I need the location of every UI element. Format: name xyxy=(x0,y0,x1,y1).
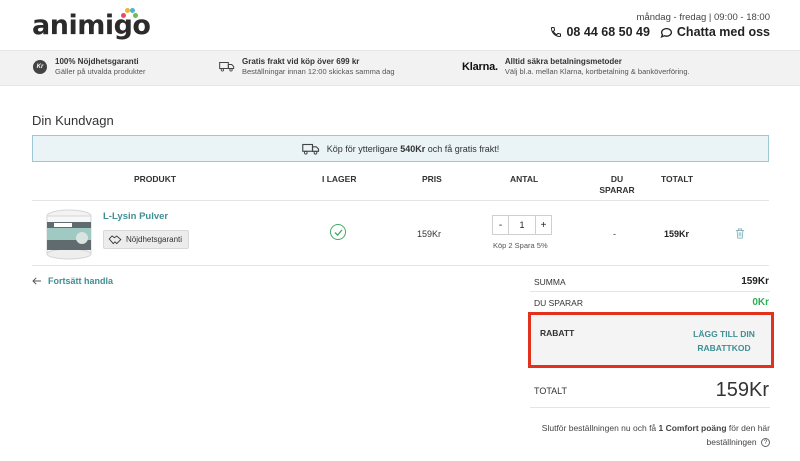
divider xyxy=(32,265,769,266)
usp-subtitle: Gäller på utvalda produkter xyxy=(55,67,146,76)
usp-payment: Klarna. Alltid säkra betalningsmetoder V… xyxy=(462,56,690,77)
quantity-discount-note: Köp 2 Spara 5% xyxy=(493,241,548,250)
continue-shopping-label: Fortsätt handla xyxy=(48,276,114,286)
decrease-quantity-button[interactable]: - xyxy=(493,216,509,234)
increase-quantity-button[interactable]: + xyxy=(535,216,551,234)
comfort-points-note: Slutför beställningen nu och få 1 Comfor… xyxy=(541,423,770,448)
column-header-quantity: ANTAL xyxy=(510,174,539,184)
help-icon[interactable]: ? xyxy=(761,438,770,448)
klarna-logo: Klarna. xyxy=(462,60,498,73)
divider xyxy=(530,291,770,292)
page-title: Din Kundvagn xyxy=(32,113,114,128)
item-you-save: - xyxy=(613,229,616,239)
total-label: TOTALT xyxy=(534,386,568,396)
chat-label: Chatta med oss xyxy=(676,25,770,39)
usp-guarantee: Kr 100% Nöjdhetsgaranti Gäller på utvald… xyxy=(32,56,145,77)
usp-subtitle: Välj bl.a. mellan Klarna, kortbetalning … xyxy=(504,67,690,76)
add-discount-code-link[interactable]: LÄGG TILL DIN RABATTKOD xyxy=(684,327,764,355)
you-save-value: 0Kr xyxy=(752,297,769,308)
continue-shopping-link[interactable]: Fortsätt handla xyxy=(32,276,113,286)
in-stock-check-icon xyxy=(330,224,346,240)
you-save-label: DU SPARAR xyxy=(534,298,583,308)
paw-icon xyxy=(121,8,138,22)
quantity-stepper: - 1 + xyxy=(492,215,552,235)
column-header-price: PRIS xyxy=(422,174,442,184)
comfort-points: 1 Comfort poäng xyxy=(658,423,727,433)
arrow-left-icon xyxy=(32,277,41,285)
quantity-input[interactable]: 1 xyxy=(509,216,535,234)
column-header-in-stock: I LAGER xyxy=(322,174,357,184)
divider xyxy=(32,200,769,201)
item-total: 159Kr xyxy=(664,229,690,239)
truck-icon xyxy=(301,143,319,155)
guarantee-label: Nöjdhetsgaranti xyxy=(126,235,183,244)
phone-number: 08 44 68 50 49 xyxy=(566,25,650,39)
trash-icon[interactable] xyxy=(735,228,745,239)
column-header-you-save: DU SPARAR xyxy=(599,174,635,195)
chat-link[interactable]: Chatta med oss xyxy=(660,25,770,39)
usp-bar: Kr 100% Nöjdhetsgaranti Gäller på utvald… xyxy=(0,50,800,86)
divider xyxy=(530,407,770,408)
chat-icon xyxy=(660,27,672,38)
contact-bar: 08 44 68 50 49 Chatta med oss xyxy=(550,25,770,39)
usp-shipping: Gratis frakt vid köp över 699 kr Beställ… xyxy=(219,56,395,77)
usp-title: Alltid säkra betalningsmetoder xyxy=(504,57,622,66)
usp-title: Gratis frakt vid köp över 699 kr xyxy=(242,57,360,66)
notice-amount: 540Kr xyxy=(400,143,426,154)
column-header-product: PRODUKT xyxy=(134,174,177,184)
product-image[interactable] xyxy=(44,208,94,260)
site-header: animigo måndag - fredag | 09:00 - 18:00 … xyxy=(0,0,800,50)
phone-icon xyxy=(551,27,562,38)
column-header-total: TOTALT xyxy=(661,174,694,184)
discount-label: RABATT xyxy=(540,328,575,338)
item-price: 159Kr xyxy=(417,229,442,239)
kr-badge-icon: Kr xyxy=(33,59,47,74)
free-shipping-notice: Köp för ytterligare 540Kr och få gratis … xyxy=(32,135,769,162)
total-value: 159Kr xyxy=(715,379,769,401)
usp-title: 100% Nöjdhetsgaranti xyxy=(55,57,139,66)
logo[interactable]: animigo xyxy=(32,8,151,41)
usp-subtitle: Beställningar innan 12:00 skickas samma … xyxy=(242,67,395,76)
guarantee-badge: Nöjdhetsgaranti xyxy=(103,230,190,249)
discount-section: RABATT LÄGG TILL DIN RABATTKOD xyxy=(528,312,774,368)
truck-icon xyxy=(219,62,235,72)
opening-hours: måndag - fredag | 09:00 - 18:00 xyxy=(636,12,770,23)
phone-link[interactable]: 08 44 68 50 49 xyxy=(550,25,650,39)
sum-label: SUMMA xyxy=(534,277,566,287)
handshake-icon xyxy=(108,235,122,245)
product-name-link[interactable]: L-Lysin Pulver xyxy=(103,211,168,222)
notice-text: Köp för ytterligare 540Kr och få gratis … xyxy=(326,143,500,154)
sum-value: 159Kr xyxy=(741,276,769,287)
